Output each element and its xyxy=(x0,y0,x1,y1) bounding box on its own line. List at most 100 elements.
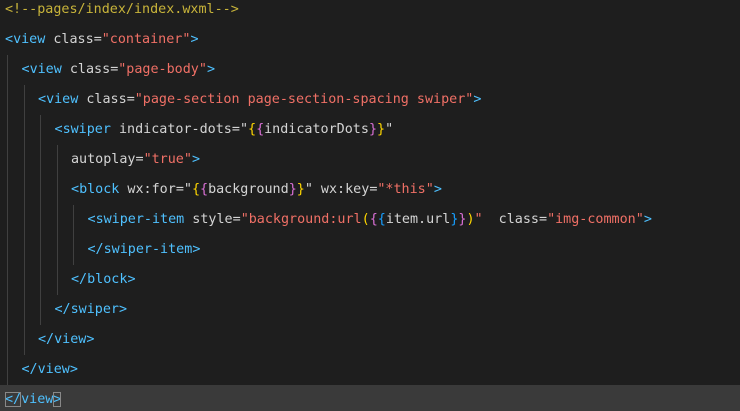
indent-guide xyxy=(7,235,8,265)
code-token: view xyxy=(37,362,70,377)
code-token: " xyxy=(385,122,394,137)
code-line[interactable]: <swiper-item style="background:url({{ite… xyxy=(0,205,740,235)
code-token: } xyxy=(296,182,305,197)
code-token: < xyxy=(54,122,63,137)
bracket-match-highlight: </ xyxy=(5,392,22,407)
code-token: { xyxy=(256,122,265,137)
indent-guide xyxy=(40,145,41,175)
code-line[interactable]: </view> xyxy=(0,355,740,385)
code-token: " xyxy=(183,182,192,197)
bracket-match-highlight: > xyxy=(53,392,62,407)
code-line-text: </block> xyxy=(71,265,136,295)
code-token: = xyxy=(126,92,135,107)
indent-guide xyxy=(40,235,41,265)
code-token: indicator-dots xyxy=(110,122,232,137)
indent-guide xyxy=(40,115,41,145)
code-line[interactable]: </swiper-item> xyxy=(0,235,740,265)
code-token: = xyxy=(232,212,241,227)
code-token: style xyxy=(184,212,233,227)
indent-guide xyxy=(56,175,58,205)
code-token: = xyxy=(135,152,144,167)
code-token: = xyxy=(175,182,184,197)
code-line-text: autoplay="true"> xyxy=(71,145,200,175)
indent-guide xyxy=(73,205,74,235)
code-editor[interactable]: <!--pages/index/index.wxml--> <view class… xyxy=(0,0,740,411)
code-token: swiper-item xyxy=(95,212,185,227)
indent-guide xyxy=(23,175,25,205)
code-line[interactable]: </swiper> xyxy=(0,295,740,325)
indent-guide xyxy=(56,265,58,295)
code-token: < xyxy=(21,62,30,77)
code-line-current[interactable]: </view> xyxy=(0,385,740,411)
code-line[interactable]: <swiper indicator-dots="{{indicatorDots}… xyxy=(0,115,740,145)
code-line[interactable]: </block> xyxy=(0,265,740,295)
code-token: > xyxy=(127,272,136,287)
code-line-text: <swiper-item style="background:url({{ite… xyxy=(88,205,652,235)
code-token: "true" xyxy=(143,152,192,167)
code-token: block xyxy=(79,182,120,197)
code-token: ) xyxy=(466,212,475,227)
code-token: > xyxy=(643,212,652,227)
code-token: "background:url xyxy=(240,212,362,227)
code-token: > xyxy=(433,182,442,197)
code-line-text: <swiper indicator-dots="{{indicatorDots}… xyxy=(55,115,394,145)
code-token: "container" xyxy=(101,32,191,47)
code-line[interactable]: autoplay="true"> xyxy=(0,145,740,175)
code-token: } xyxy=(288,182,297,197)
code-token: swiper xyxy=(62,122,111,137)
code-line-text: </view> xyxy=(22,355,78,385)
code-token: > xyxy=(69,362,78,377)
indent-guide xyxy=(7,115,8,145)
indent-guide xyxy=(73,235,74,265)
code-line-text: <!--pages/index/index.wxml--> xyxy=(5,0,239,25)
code-token: class xyxy=(45,32,94,47)
code-token: } xyxy=(377,122,386,137)
code-token: view xyxy=(21,392,54,407)
code-token: > xyxy=(192,242,201,257)
code-line-text: <view class="page-section page-section-s… xyxy=(38,85,481,115)
code-token: background xyxy=(208,182,289,197)
code-token: view xyxy=(29,62,62,77)
code-line-text: <view class="page-body"> xyxy=(22,55,216,85)
code-token: wx:key xyxy=(312,182,370,197)
code-line[interactable]: <view class="container"> xyxy=(0,25,740,55)
code-token: </ xyxy=(21,362,38,377)
code-token: > xyxy=(473,92,482,107)
code-token: "*this" xyxy=(377,182,434,197)
code-token: </ xyxy=(38,332,55,347)
code-line[interactable]: </view> xyxy=(0,325,740,355)
indent-guide xyxy=(7,265,8,295)
code-token: class xyxy=(61,62,111,77)
code-token: view xyxy=(54,332,87,347)
indent-guide xyxy=(7,355,8,385)
code-token: view xyxy=(46,92,79,107)
code-token: } xyxy=(368,122,377,137)
code-line-text: </view> xyxy=(38,325,94,355)
indent-guide xyxy=(7,85,8,115)
code-line[interactable]: <view class="page-body"> xyxy=(0,55,740,85)
code-token: </ xyxy=(71,272,88,287)
indent-guide xyxy=(40,205,41,235)
code-line[interactable]: <block wx:for="{{background}}" wx:key="*… xyxy=(0,175,740,205)
code-line-text: <view class="container"> xyxy=(5,25,199,55)
indent-guide xyxy=(56,205,58,235)
code-token: wx:for xyxy=(119,182,176,197)
code-token: { xyxy=(369,212,378,227)
code-token: swiper-item xyxy=(103,242,193,257)
code-token: > xyxy=(190,32,199,47)
code-token: ( xyxy=(361,212,370,227)
code-token: = xyxy=(93,32,102,47)
code-line[interactable]: <view class="page-section page-section-s… xyxy=(0,85,740,115)
indent-guide xyxy=(23,85,25,115)
indent-guide xyxy=(23,265,25,295)
code-token: item.url xyxy=(385,212,451,227)
code-line-text: </swiper> xyxy=(55,295,128,325)
code-line-text: </swiper-item> xyxy=(88,235,201,265)
indent-guide xyxy=(7,295,8,325)
code-token: = xyxy=(231,122,240,137)
code-line[interactable]: <!--pages/index/index.wxml--> xyxy=(0,0,740,25)
code-line-text: <block wx:for="{{background}}" wx:key="*… xyxy=(71,175,442,205)
code-token: < xyxy=(5,32,14,47)
code-token: " xyxy=(304,182,313,197)
code-token: { xyxy=(248,122,257,137)
